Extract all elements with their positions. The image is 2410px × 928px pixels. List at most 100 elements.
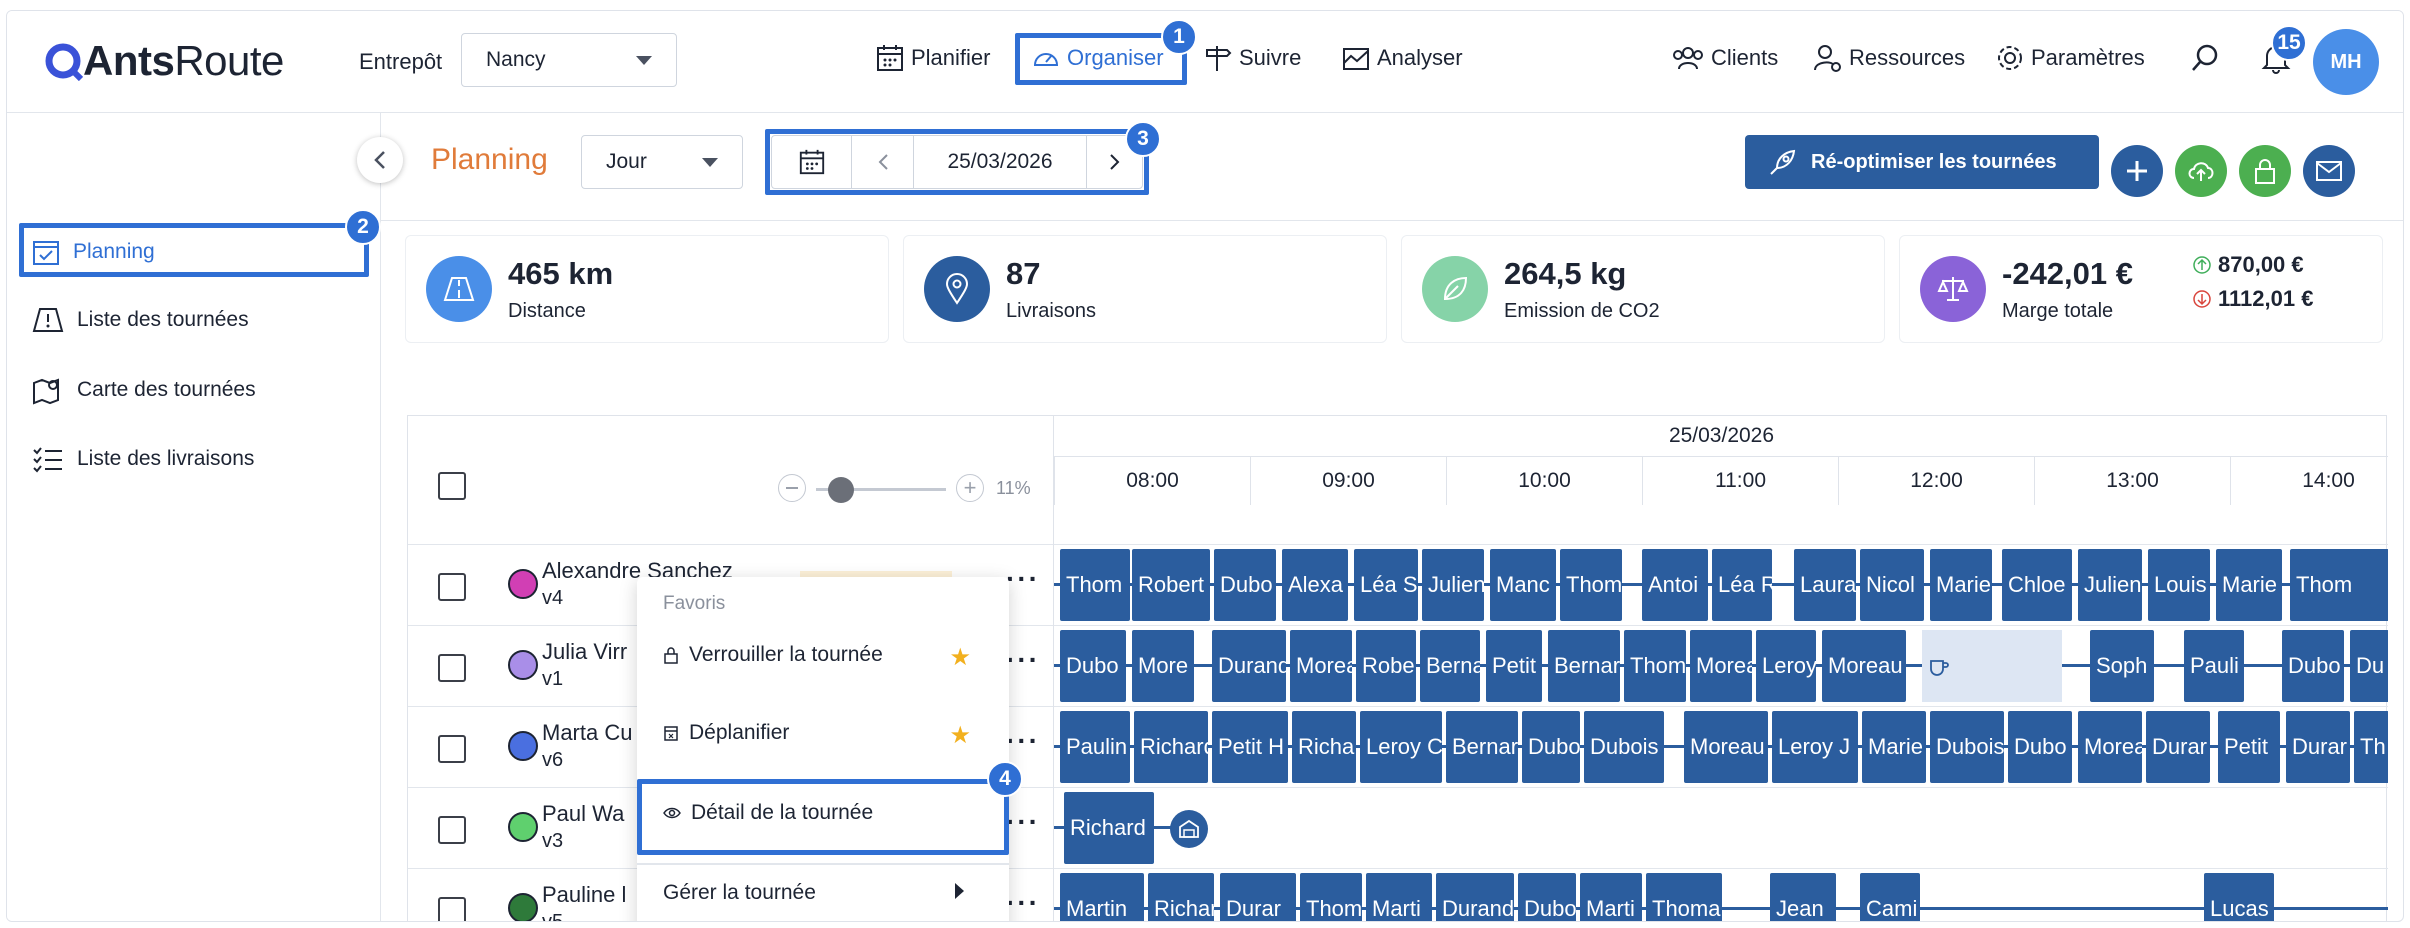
stop-block[interactable]: Richard [1148, 873, 1214, 921]
stop-block[interactable]: Berna [1420, 630, 1480, 702]
zoom-in-button[interactable]: + [956, 474, 984, 502]
stop-block[interactable]: Dubo [1518, 873, 1576, 921]
email-button[interactable] [2303, 145, 2355, 197]
route-menu-button[interactable]: ··· [1006, 725, 1040, 757]
stop-block[interactable]: Thom [1560, 549, 1622, 621]
stop-block[interactable]: Julien [1422, 549, 1484, 621]
warehouse-select[interactable]: Nancy [461, 33, 677, 87]
stop-block[interactable]: Pauli [2184, 630, 2244, 702]
search-button[interactable] [2189, 41, 2227, 75]
stop-block[interactable]: Bernar [1446, 711, 1518, 783]
stop-block[interactable]: Leroy [1756, 630, 1816, 702]
upload-button[interactable] [2175, 145, 2227, 197]
nav-analyser[interactable]: Analyser [1341, 41, 1463, 75]
stop-block[interactable]: Dubois [1930, 711, 2004, 783]
select-all-checkbox[interactable] [438, 472, 466, 500]
stop-block[interactable]: Laura [1794, 549, 1856, 621]
stop-block[interactable]: Th [2354, 711, 2388, 783]
route-menu-button[interactable]: ··· [1006, 887, 1040, 919]
stop-block[interactable]: Lucas [2204, 873, 2274, 921]
stop-block[interactable]: Chloe [2002, 549, 2072, 621]
reoptimize-button[interactable]: Ré-optimiser les tournées [1745, 135, 2099, 189]
stop-block[interactable]: Bernar [1548, 630, 1620, 702]
stop-block[interactable]: Thom [2290, 549, 2388, 621]
stop-block[interactable]: Richa [1292, 711, 1356, 783]
route-menu-button[interactable]: ··· [1006, 563, 1040, 595]
view-select[interactable]: Jour [581, 135, 743, 189]
stop-block[interactable]: Robe [1356, 630, 1416, 702]
route-driver-name[interactable]: Paul Wa [542, 801, 624, 827]
route-row-checkbox[interactable] [438, 816, 466, 844]
avatar[interactable]: MH [2313, 29, 2379, 95]
stop-block[interactable]: Alexa [1282, 549, 1348, 621]
nav-ressources[interactable]: Ressources [1813, 41, 1965, 75]
stop-block[interactable]: Cami [1860, 873, 1920, 921]
stop-block[interactable]: Robert [1132, 549, 1210, 621]
stop-block[interactable]: Soph [2090, 630, 2154, 702]
nav-planifier[interactable]: Planifier [875, 41, 990, 75]
zoom-slider-handle[interactable] [828, 477, 854, 503]
stop-block[interactable]: Marie [1930, 549, 1992, 621]
stop-block[interactable]: Morea [1290, 630, 1352, 702]
stop-block[interactable]: Moreau [1684, 711, 1768, 783]
stop-block[interactable]: Petit [1486, 630, 1542, 702]
stop-block[interactable]: Moreau [1822, 630, 1906, 702]
stop-block[interactable]: Jean [1770, 873, 1836, 921]
stop-block[interactable]: Antoi [1642, 549, 1708, 621]
route-driver-name[interactable]: Marta Cu [542, 720, 632, 746]
sidebar-item-carte-tournees[interactable]: Carte des tournées [31, 375, 256, 405]
stop-block[interactable]: Léa S [1354, 549, 1418, 621]
stop-block[interactable]: Léa R [1712, 549, 1772, 621]
sidebar-item-liste-tournees[interactable]: Liste des tournées [31, 306, 249, 334]
stop-block[interactable]: Petit H [1212, 711, 1288, 783]
logo[interactable]: Ants Route [43, 37, 284, 85]
stop-block[interactable]: Paulin [1060, 711, 1130, 783]
route-row-checkbox[interactable] [438, 573, 466, 601]
stop-block[interactable]: More [1132, 630, 1194, 702]
stop-block[interactable]: Dubo [1214, 549, 1276, 621]
stop-block[interactable]: Richard [1134, 711, 1208, 783]
nav-clients[interactable]: Clients [1671, 41, 1778, 75]
stop-block[interactable]: Du [2350, 630, 2388, 702]
stop-block[interactable]: Marti [1366, 873, 1432, 921]
route-driver-name[interactable]: Pauline l [542, 882, 626, 908]
favorite-star-icon[interactable]: ★ [949, 643, 971, 672]
menu-item-deplanifier[interactable]: Déplanifier [663, 721, 789, 745]
stop-block[interactable]: Durar [2146, 711, 2210, 783]
route-row-checkbox[interactable] [438, 735, 466, 763]
stop-block[interactable]: Durar [1220, 873, 1296, 921]
collapse-sidebar-button[interactable] [357, 137, 403, 183]
route-menu-button[interactable]: ··· [1006, 644, 1040, 676]
route-driver-name[interactable]: Julia Virr [542, 639, 627, 665]
stop-block[interactable]: Durand [1436, 873, 1514, 921]
stop-block[interactable]: Thoma [1646, 873, 1722, 921]
stop-block[interactable]: Thom [1060, 549, 1130, 621]
stop-block[interactable]: Martin [1060, 873, 1144, 921]
stop-block[interactable]: Dubo [2282, 630, 2344, 702]
lock-button[interactable] [2239, 145, 2291, 197]
nav-parametres[interactable]: Paramètres [1995, 41, 2145, 75]
stop-block[interactable]: Morea [1690, 630, 1752, 702]
break-block[interactable] [1922, 630, 2062, 702]
route-row-checkbox[interactable] [438, 897, 466, 921]
stop-block[interactable]: Marie [2216, 549, 2282, 621]
stop-block[interactable]: Richard [1064, 792, 1154, 864]
stop-block[interactable]: Nicol [1860, 549, 1924, 621]
stop-block[interactable]: Dubo [1522, 711, 1580, 783]
menu-item-verrouiller[interactable]: Verrouiller la tournée [663, 643, 883, 667]
stop-block[interactable]: Morea [2078, 711, 2142, 783]
stop-block[interactable]: Louis [2148, 549, 2210, 621]
stop-block[interactable]: Marie [1862, 711, 1926, 783]
stop-block[interactable]: Petit [2218, 711, 2280, 783]
add-button[interactable] [2111, 145, 2163, 197]
route-row-checkbox[interactable] [438, 654, 466, 682]
stop-block[interactable]: Dubo [1060, 630, 1126, 702]
stop-block[interactable]: Marti [1580, 873, 1642, 921]
stop-block[interactable]: Dubois [1584, 711, 1664, 783]
stop-block[interactable]: Manc [1490, 549, 1556, 621]
stop-block[interactable]: Thom [1300, 873, 1362, 921]
nav-suivre[interactable]: Suivre [1203, 41, 1301, 75]
stop-block[interactable]: Leroy C [1360, 711, 1442, 783]
zoom-out-button[interactable] [778, 474, 806, 502]
stop-block[interactable]: Durand [1212, 630, 1286, 702]
